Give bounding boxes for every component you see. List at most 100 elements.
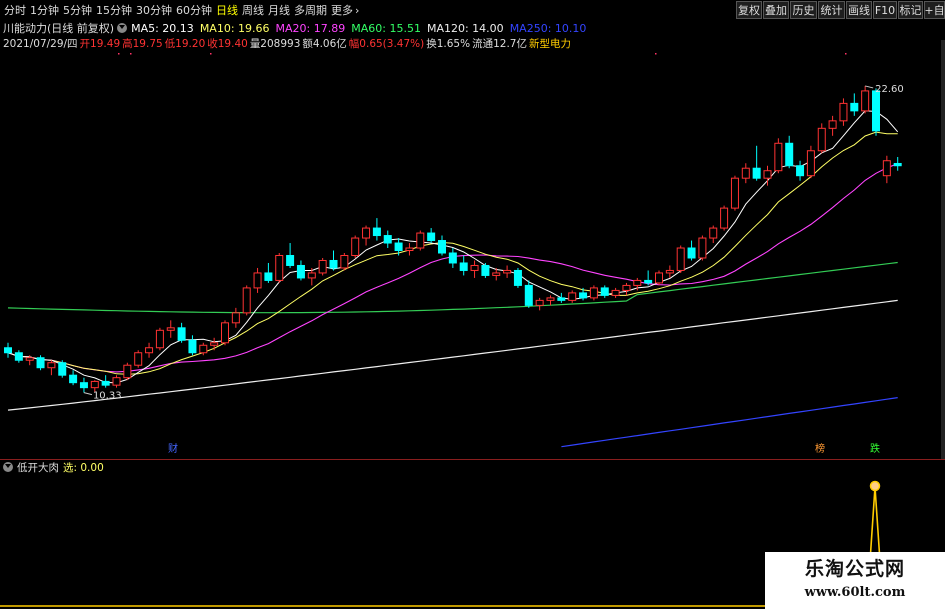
candle	[861, 85, 870, 114]
candle	[69, 370, 78, 386]
candle	[416, 230, 425, 251]
toolbar-button-3[interactable]: 统计	[818, 1, 845, 19]
ma-value-1: MA10: 19.66	[199, 21, 270, 35]
watermark-url: www.60lt.com	[804, 585, 906, 600]
event-marker-2[interactable]: 跌	[870, 442, 880, 455]
candlestick-chart[interactable]: 22.60 10.33 财 榜 跌	[0, 50, 945, 459]
tab-4[interactable]: 30分钟	[136, 2, 172, 18]
candle	[231, 307, 240, 328]
candle	[275, 253, 284, 283]
candle	[568, 290, 577, 303]
candle	[655, 270, 663, 286]
toolbar-button-7[interactable]: +自	[924, 1, 945, 19]
top-dot	[655, 53, 657, 55]
candle	[720, 205, 729, 231]
candle	[58, 360, 67, 378]
toolbar-button-0[interactable]: 复权	[736, 1, 762, 19]
toolbar-button-2[interactable]: 历史	[790, 1, 817, 19]
ohlc-field-4: 收19.40	[207, 37, 248, 50]
tab-8[interactable]: 月线	[268, 2, 290, 18]
watermark: 乐淘公式网 www.60lt.com	[765, 552, 945, 609]
tab-6[interactable]: 日线	[216, 2, 238, 18]
candle	[882, 155, 891, 184]
ma-value-3: MA60: 15.51	[351, 21, 421, 35]
dropdown-circle-icon[interactable]	[117, 23, 128, 33]
candle	[741, 163, 750, 184]
toolbar-button-6[interactable]: 标记	[898, 1, 923, 19]
high-price-label: 22.60	[875, 84, 904, 95]
ohlc-field-7: 幅0.65(3.47%)	[348, 37, 425, 50]
tab-3[interactable]: 15分钟	[96, 2, 132, 18]
toolbar-button-5[interactable]: F10	[873, 1, 897, 19]
candle	[785, 135, 794, 169]
candle	[535, 297, 544, 311]
tab-1[interactable]: 1分钟	[30, 2, 59, 18]
candle	[101, 375, 110, 388]
candle	[503, 265, 512, 278]
candle	[155, 327, 164, 351]
candle	[872, 88, 880, 136]
ohlc-info-line: 2021/07/29/四 开19.49 高19.75 低19.20 收19.40 量208…	[0, 36, 571, 50]
candle	[481, 262, 490, 278]
ohlc-field-1: 开19.49	[79, 37, 121, 50]
candle	[383, 230, 392, 249]
indicator-dropdown-icon[interactable]	[3, 462, 13, 472]
ohlc-field-5: 量208993	[249, 37, 301, 50]
candle	[676, 245, 685, 273]
event-marker-0[interactable]: 财	[168, 442, 178, 455]
candle	[427, 228, 436, 244]
candle	[438, 235, 446, 256]
candle	[893, 156, 902, 171]
candle	[47, 360, 56, 376]
high-pointer	[865, 85, 874, 89]
candle	[459, 255, 468, 276]
tab-2[interactable]: 5分钟	[63, 2, 92, 18]
candle	[221, 320, 229, 346]
ohlc-field-0: 2021/07/29/四	[3, 37, 78, 50]
tab-10[interactable]: 更多	[331, 2, 353, 18]
stock-title: 川能动力(日线 前复权)	[3, 22, 115, 35]
candle	[850, 93, 859, 116]
tab-9[interactable]: 多周期	[294, 2, 327, 18]
tab-5[interactable]: 60分钟	[176, 2, 212, 18]
candle	[253, 267, 262, 293]
candle	[79, 377, 88, 393]
indicator-title: 低开大肉	[17, 461, 59, 474]
signal-point[interactable]	[869, 480, 881, 492]
candle	[14, 350, 23, 363]
candle	[329, 250, 338, 271]
ma60-line	[7, 261, 898, 314]
top-dot	[845, 53, 847, 55]
ohlc-field-8: 换1.65%	[426, 37, 471, 50]
toolbar-button-1[interactable]: 叠加	[763, 1, 789, 19]
candle	[796, 160, 805, 181]
low-pointer	[83, 392, 93, 396]
candle	[166, 320, 175, 338]
tab-7[interactable]: 周线	[242, 2, 264, 18]
tab-0[interactable]: 分时	[4, 2, 26, 18]
candle	[611, 287, 620, 298]
candle	[264, 262, 273, 283]
candle	[112, 375, 121, 388]
more-chevron-icon[interactable]: ›	[355, 4, 359, 17]
candle	[296, 260, 305, 281]
ma-value-4: MA120: 14.00	[426, 21, 504, 35]
top-dot	[118, 53, 120, 55]
candle	[405, 243, 414, 256]
toolbar-button-4[interactable]: 画线	[846, 1, 872, 19]
ohlc-field-9: 流通12.7亿	[472, 37, 527, 50]
candle	[622, 282, 631, 296]
ma250-line	[561, 397, 898, 448]
candle	[589, 285, 598, 301]
ohlc-field-10: 新型电力	[528, 37, 571, 50]
candle	[687, 240, 696, 261]
event-marker-1[interactable]: 榜	[815, 442, 825, 455]
candle	[644, 270, 653, 286]
top-dot	[130, 53, 132, 55]
right-scroll-edge[interactable]	[941, 40, 945, 460]
candle	[557, 292, 566, 303]
candle	[210, 337, 219, 351]
candle	[524, 280, 533, 308]
ma5-line	[7, 110, 899, 384]
candle	[470, 260, 479, 278]
